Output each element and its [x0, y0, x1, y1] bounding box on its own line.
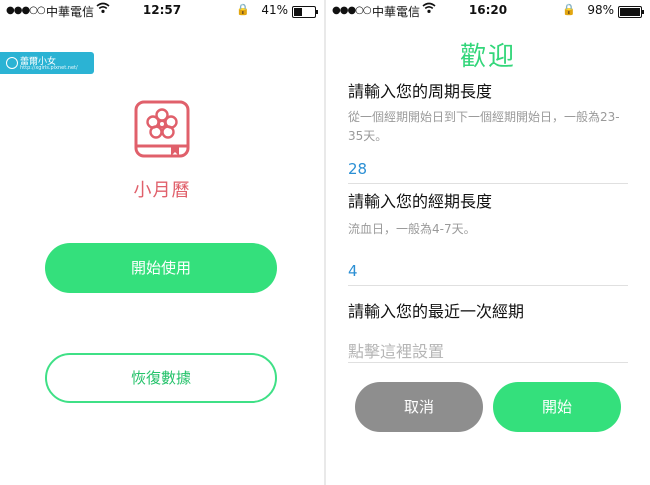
- period-length-underline: [348, 285, 628, 286]
- period-length-label: 請輸入您的經期長度: [348, 192, 493, 211]
- status-bar: ●●●○○ 中華電信 16:20 🔒 98%: [326, 0, 650, 22]
- restore-data-button[interactable]: 恢復數據: [45, 353, 277, 403]
- start-using-button[interactable]: 開始使用: [45, 243, 277, 293]
- cycle-length-input[interactable]: 28: [348, 160, 367, 178]
- period-length-input[interactable]: 4: [348, 262, 358, 280]
- period-length-hint: 流血日，一般為4-7天。: [348, 222, 476, 236]
- status-bar: ●●●○○ 中華電信 12:57 🔒 41%: [0, 0, 324, 22]
- battery-icon: [292, 6, 318, 18]
- last-period-label: 請輸入您的最近一次經期: [348, 302, 525, 321]
- cycle-length-hint: 從一個經期開始日到下一個經期開始日，一般為23-35天。: [348, 110, 620, 143]
- blog-watermark: 蕾爾小女 http://xgirls.pixnet.net/: [0, 52, 94, 74]
- welcome-setup-screen: ●●●○○ 中華電信 16:20 🔒 98% 歡迎 請輸入您的周期長度 從一個經…: [326, 0, 650, 485]
- orientation-lock-icon: 🔒: [562, 3, 576, 16]
- page-title: 歡迎: [459, 42, 516, 72]
- cycle-length-underline: [348, 183, 628, 184]
- watermark-url: http://xgirls.pixnet.net/: [20, 65, 78, 71]
- last-period-input[interactable]: 點擊這裡設置: [348, 338, 444, 362]
- battery-percent: 98%: [587, 3, 614, 17]
- orientation-lock-icon: 🔒: [236, 3, 250, 16]
- start-button[interactable]: 開始: [493, 382, 621, 432]
- app-name: 小月曆: [133, 180, 191, 201]
- flower-book-icon: [134, 100, 190, 158]
- battery-percent: 41%: [261, 3, 288, 17]
- battery-icon: [618, 6, 644, 18]
- last-period-underline: [348, 362, 628, 363]
- launch-screen: ●●●○○ 中華電信 12:57 🔒 41% 蕾爾小女 http://xgirl…: [0, 0, 324, 485]
- cancel-button[interactable]: 取消: [355, 382, 483, 432]
- watermark-icon: [6, 57, 18, 69]
- cycle-length-label: 請輸入您的周期長度: [348, 82, 493, 101]
